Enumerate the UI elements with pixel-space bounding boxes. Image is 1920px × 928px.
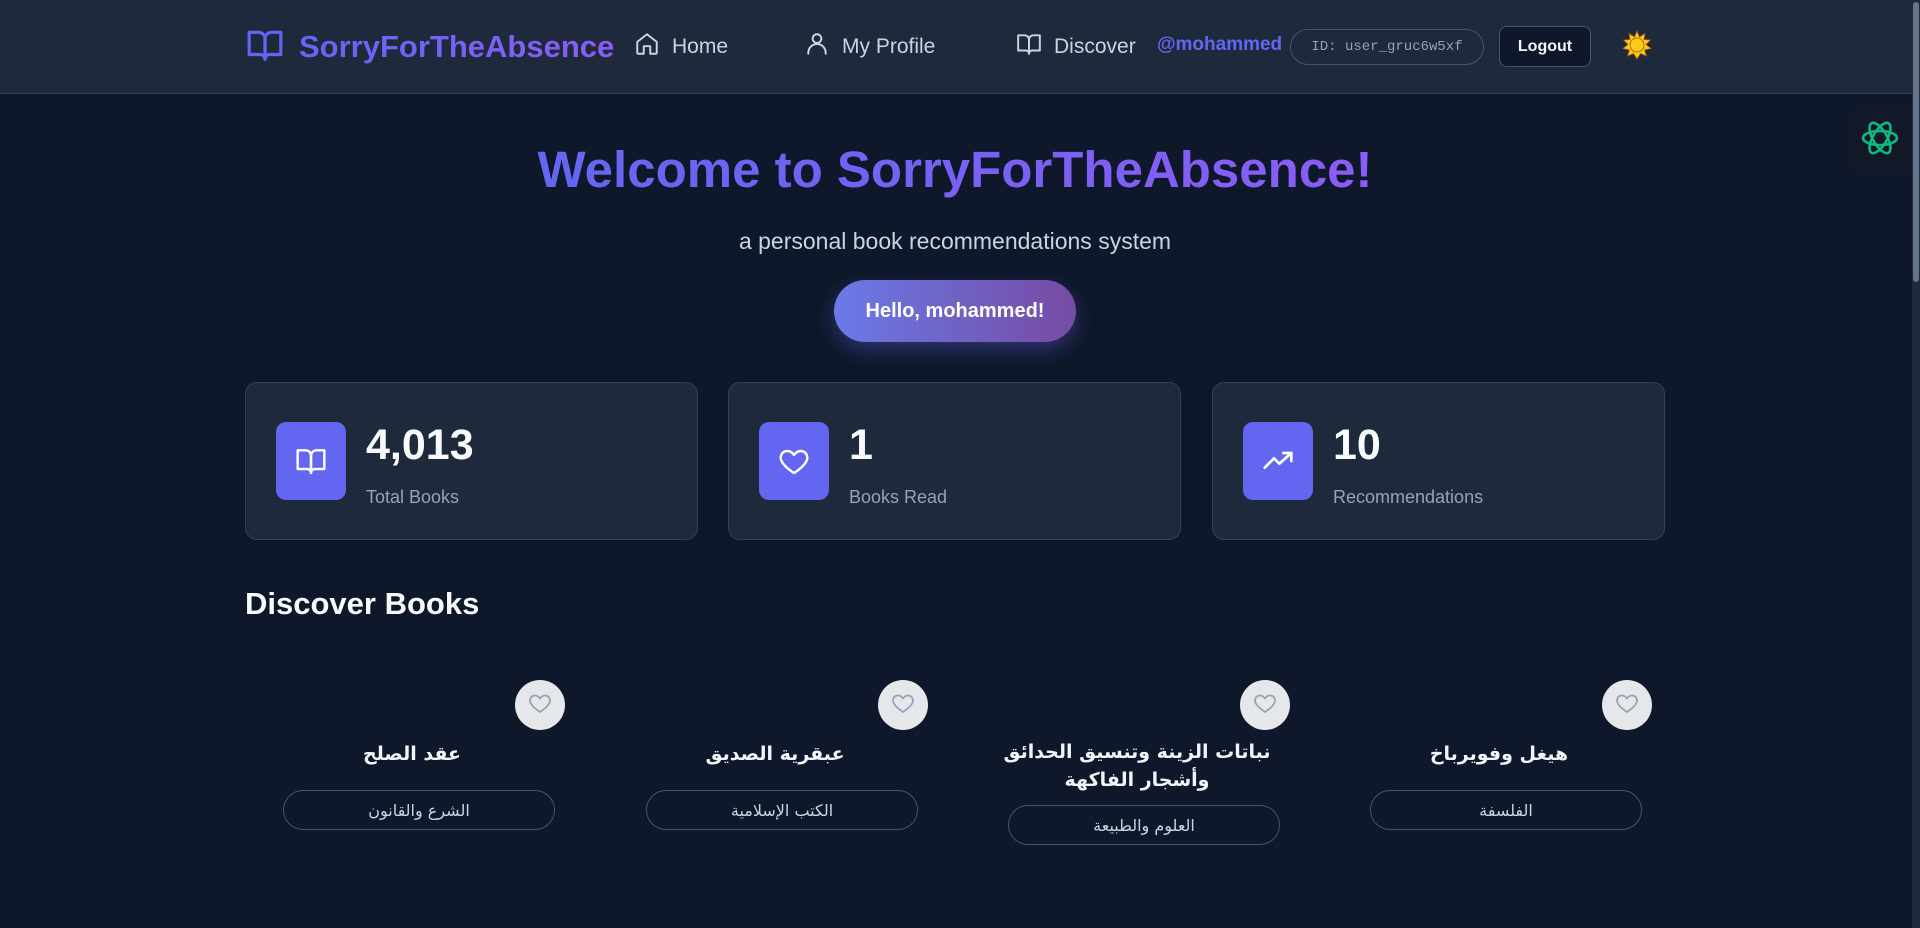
heart-icon: [759, 422, 829, 500]
scrollbar-thumb[interactable]: [1913, 2, 1919, 282]
book-card[interactable]: عقد الصلح الشرع والقانون: [253, 678, 571, 848]
brand-name: SorryForTheAbsence: [299, 29, 615, 64]
stat-label: Total Books: [366, 487, 460, 507]
heart-icon: [1253, 691, 1277, 720]
hero-subtitle: a personal book recommendations system: [738, 228, 1172, 254]
nav-profile-label: My Profile: [842, 35, 936, 58]
stat-card-recommendations: 10 Recommendations: [1212, 382, 1665, 540]
book-category-tag[interactable]: العلوم والطبيعة: [1008, 805, 1280, 845]
nav-discover-label: Discover: [1054, 35, 1136, 58]
book-card[interactable]: هيغل وفويرباخ الفلسفة: [1340, 678, 1658, 848]
stat-value: 1: [849, 421, 873, 469]
book-card[interactable]: نباتات الزينة وتنسيق الحدائق وأشجار الفا…: [978, 678, 1296, 848]
book-title: نباتات الزينة وتنسيق الحدائق وأشجار الفا…: [1003, 741, 1271, 791]
stat-label: Recommendations: [1333, 487, 1484, 507]
trending-up-icon: [1243, 422, 1313, 500]
user-id-badge: ID: user_gruc6w5xf: [1290, 29, 1484, 65]
stat-card-books-read: 1 Books Read: [728, 382, 1181, 540]
book-title: هيغل وفويرباخ: [1429, 743, 1569, 765]
heart-icon: [528, 691, 552, 720]
greeting-badge: Hello, mohammed!: [834, 280, 1076, 342]
heart-icon: [891, 691, 915, 720]
hero-title: Welcome to SorryForTheAbsence!: [537, 141, 1373, 198]
logout-button[interactable]: Logout: [1499, 26, 1591, 67]
user-icon: [804, 31, 830, 63]
username-link[interactable]: @mohammed: [1157, 34, 1282, 56]
favorite-button[interactable]: [1602, 680, 1652, 730]
stat-card-total-books: 4,013 Total Books: [245, 382, 698, 540]
stat-value: 4,013: [366, 421, 474, 469]
book-title: عبقرية الصديق: [705, 743, 845, 765]
book-title: عقد الصلح: [362, 743, 462, 765]
book-open-icon: [276, 422, 346, 500]
section-title-discover: Discover Books: [245, 586, 480, 621]
heart-icon: [1615, 691, 1639, 720]
book-open-icon: [1016, 31, 1042, 63]
book-card[interactable]: عبقرية الصديق الكتب الإسلامية: [616, 678, 934, 848]
book-category-tag[interactable]: الكتب الإسلامية: [646, 790, 918, 830]
sun-icon: [1622, 29, 1652, 65]
navbar: SorryForTheAbsence Home My Profile Disco…: [0, 0, 1912, 94]
favorite-button[interactable]: [1240, 680, 1290, 730]
theme-toggle-button[interactable]: [1622, 29, 1652, 65]
book-open-icon: [245, 26, 285, 69]
brand-logo-link[interactable]: SorryForTheAbsence: [245, 28, 614, 66]
stat-label: Books Read: [849, 487, 948, 507]
nav-home-link[interactable]: Home: [634, 30, 728, 64]
nav-discover-link[interactable]: Discover: [1016, 30, 1136, 64]
book-category-tag[interactable]: الفلسفة: [1370, 790, 1642, 830]
nav-home-label: Home: [672, 35, 729, 58]
home-icon: [634, 31, 660, 63]
stat-value: 10: [1333, 421, 1381, 469]
page-scrollbar[interactable]: [1912, 0, 1920, 928]
favorite-button[interactable]: [878, 680, 928, 730]
nav-profile-link[interactable]: My Profile: [804, 30, 935, 64]
book-category-tag[interactable]: الشرع والقانون: [283, 790, 555, 830]
favorite-button[interactable]: [515, 680, 565, 730]
